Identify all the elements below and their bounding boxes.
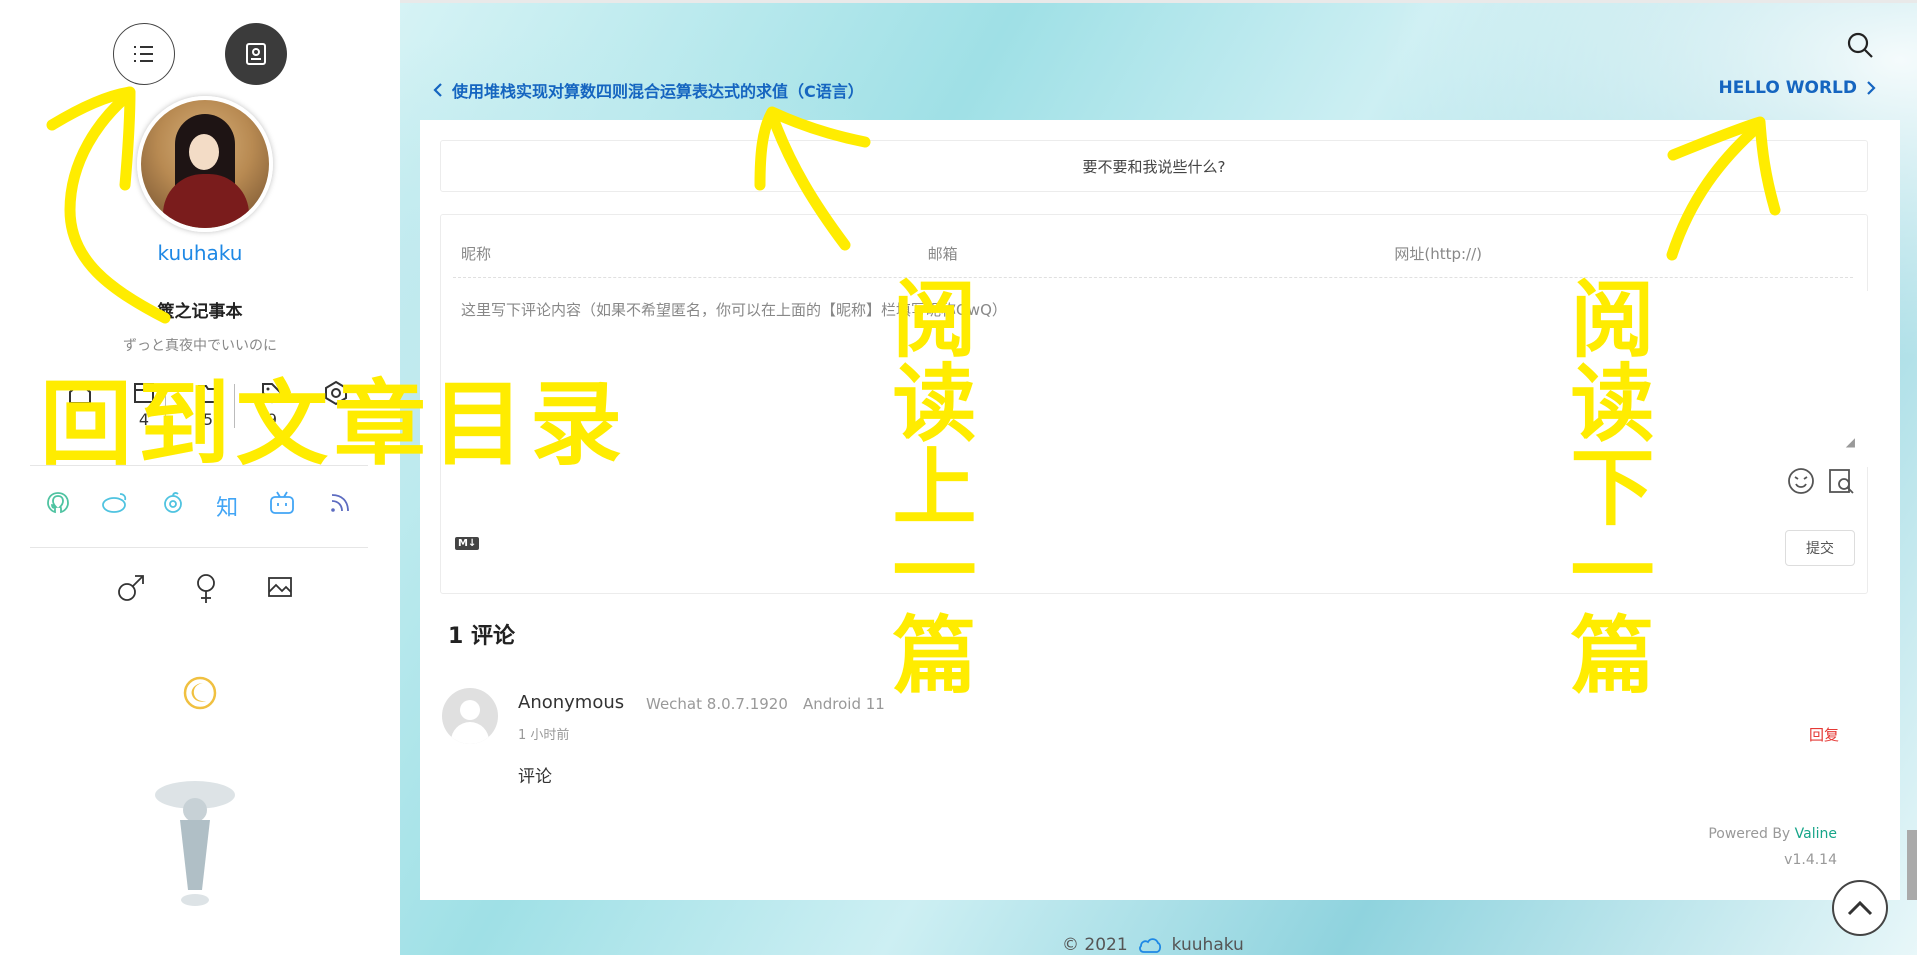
commenter-name: Anonymous (518, 692, 625, 713)
male-icon[interactable] (115, 572, 147, 604)
home-icon (69, 382, 91, 404)
avatar[interactable] (137, 96, 273, 232)
commenter-browser: Wechat 8.0.7.1920 (646, 695, 788, 713)
divider (30, 547, 368, 548)
image-icon[interactable] (265, 572, 295, 602)
website-input[interactable] (1386, 231, 1854, 277)
prev-post-link[interactable]: 使用堆栈实现对算数四则混合运算表达式的求值（C语言） (432, 78, 864, 102)
stat-settings[interactable] (311, 380, 361, 410)
back-to-top-button[interactable] (1832, 880, 1888, 936)
valine-version: v1.4.14 (1784, 852, 1837, 868)
submit-button[interactable]: 提交 (1785, 530, 1855, 566)
netease-music-icon[interactable] (160, 490, 186, 516)
bilibili-icon[interactable] (268, 490, 296, 516)
chevron-up-icon (1847, 900, 1873, 916)
comment-form: ◢ M↓ 提交 (440, 214, 1869, 594)
moon-icon (183, 676, 217, 710)
profile-card-icon (246, 43, 266, 65)
stat-tags[interactable]: 9 (247, 380, 297, 429)
powered-by-prefix: Powered By (1708, 826, 1795, 842)
comment-count-title: 1 评论 (448, 624, 515, 649)
rss-icon[interactable] (327, 490, 353, 516)
comment-identity-fields (453, 231, 1854, 278)
comment-time: 1 小时前 (518, 728, 570, 743)
blog-title: 箧之记事本 (157, 302, 243, 322)
next-post-title: HELLO WORLD (1718, 78, 1857, 98)
valine-link[interactable]: Valine (1795, 826, 1837, 842)
comment-body: 评论 (518, 767, 552, 787)
comment-textarea[interactable] (453, 291, 1869, 467)
site-stats: 4 5 9 (48, 380, 368, 440)
tag-icon (262, 383, 283, 404)
powered-by: Powered By Valine (1708, 826, 1837, 842)
archive-icon (134, 383, 154, 403)
profile-overview-button[interactable] (225, 23, 287, 85)
decorative-figure (155, 781, 235, 906)
tags-count: 9 (266, 410, 278, 429)
search-icon[interactable] (1845, 30, 1875, 60)
emoji-icon[interactable] (1787, 467, 1815, 495)
email-input[interactable] (919, 231, 1387, 277)
chevron-left-icon (433, 83, 442, 97)
stat-categories[interactable]: 5 (183, 380, 233, 429)
top-border (400, 0, 1917, 3)
female-icon[interactable] (190, 572, 222, 604)
list-icon (134, 46, 153, 62)
preview-icon[interactable] (1827, 467, 1855, 495)
social-links: 知 (30, 490, 368, 522)
toc-button[interactable] (113, 23, 175, 85)
commenter-os: Android 11 (803, 695, 885, 713)
github-icon[interactable] (45, 490, 71, 516)
cloud-icon (1138, 938, 1161, 953)
divider (30, 465, 368, 466)
resize-handle[interactable]: ◢ (1846, 435, 1855, 449)
markdown-icon[interactable]: M↓ (455, 537, 480, 550)
commenter-avatar (442, 688, 498, 744)
prev-post-title: 使用堆栈实现对算数四则混合运算表达式的求值（C语言） (452, 82, 864, 101)
footer-owner[interactable]: kuuhaku (1172, 935, 1244, 955)
nickname-input[interactable] (453, 231, 920, 277)
archives-count: 4 (138, 410, 150, 429)
zhihu-icon[interactable]: 知 (216, 490, 238, 522)
scrollbar-thumb[interactable] (1907, 830, 1917, 900)
author-name[interactable]: kuuhaku (0, 241, 400, 265)
copyright: © 2021 (1062, 935, 1128, 955)
settings-icon (325, 380, 347, 406)
comment-prompt: 要不要和我说些什么? (440, 140, 1868, 192)
blog-subtitle: ずっと真夜中でいいのに (123, 338, 277, 354)
sidebar: kuuhaku 箧之记事本 ずっと真夜中でいいのに 4 5 9 知 (0, 0, 400, 955)
stat-home[interactable] (55, 380, 105, 410)
categories-count: 5 (202, 410, 214, 429)
dark-mode-toggle[interactable] (182, 675, 218, 715)
chevron-right-icon (1867, 81, 1876, 95)
reply-link[interactable]: 回复 (1809, 724, 1839, 745)
stat-divider (234, 384, 235, 428)
extra-links (115, 572, 295, 604)
next-post-link[interactable]: HELLO WORLD (1718, 78, 1877, 98)
footer: © 2021 kuuhaku (1062, 935, 1244, 955)
stat-divider (165, 384, 166, 428)
folder-icon (198, 385, 218, 403)
stat-archives[interactable]: 4 (119, 380, 169, 429)
weibo-icon[interactable] (101, 490, 129, 516)
